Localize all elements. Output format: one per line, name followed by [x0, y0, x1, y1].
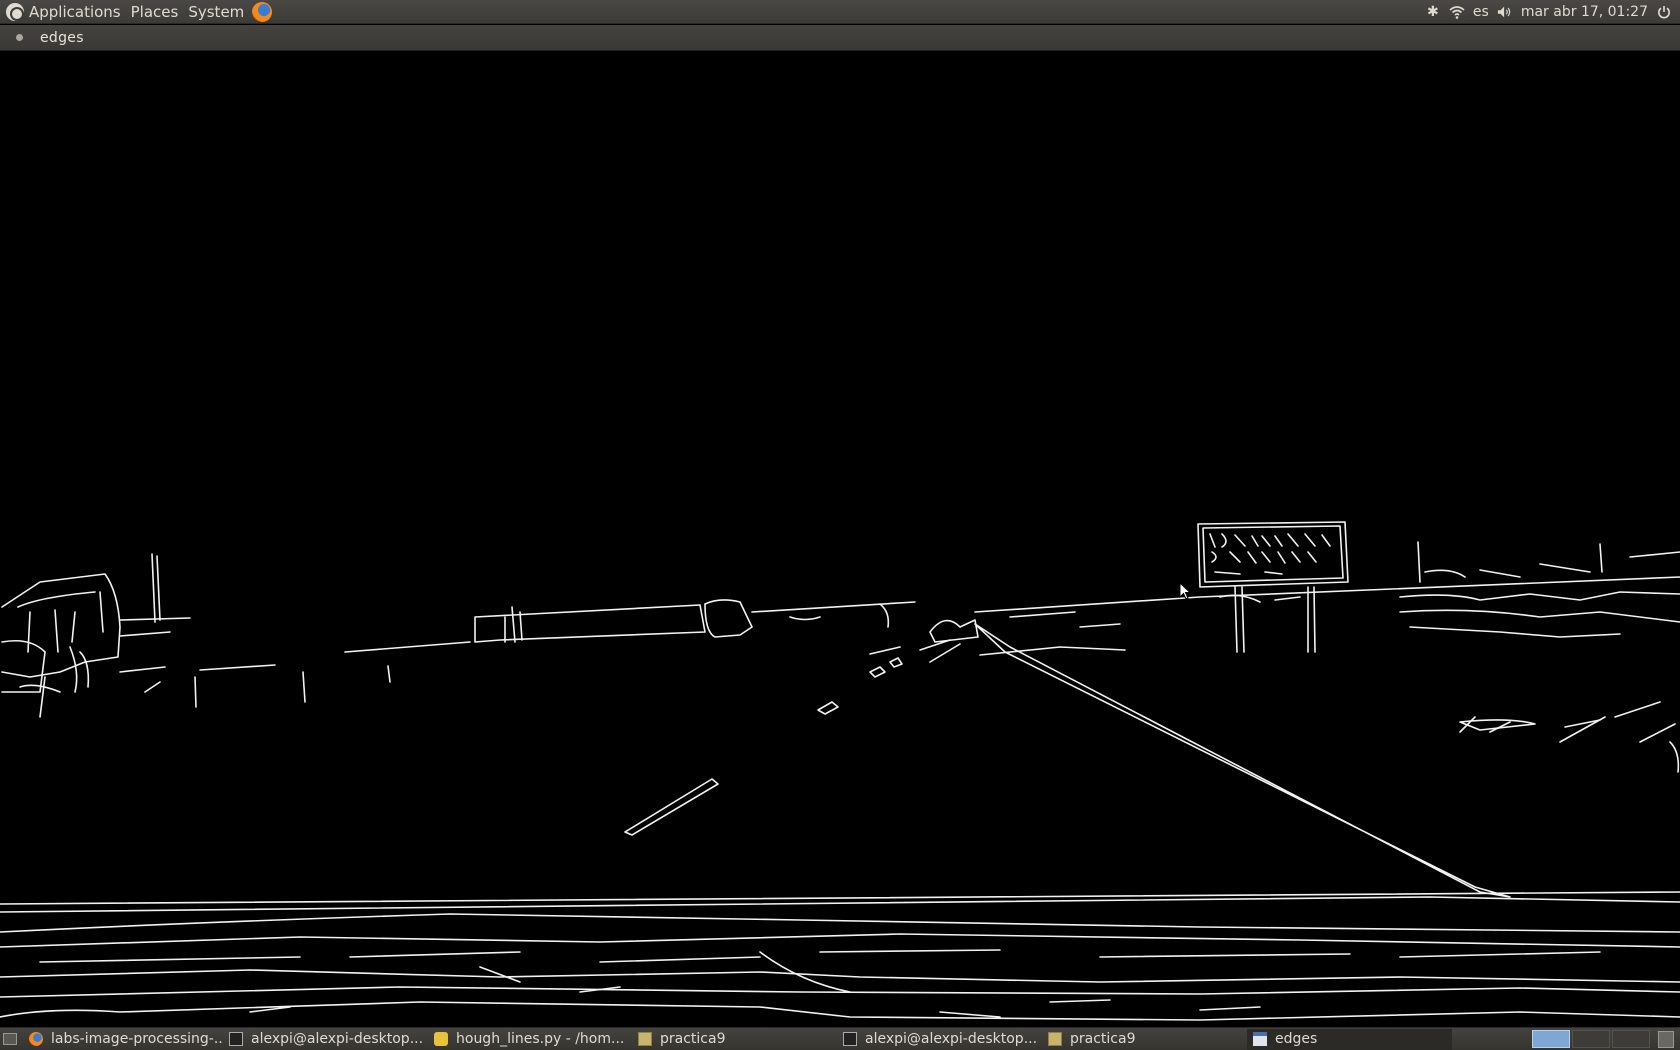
- taskbar-item-label: alexpi@alexpi-desktop...: [251, 1031, 424, 1047]
- taskbar-item-label: alexpi@alexpi-desktop...: [865, 1031, 1038, 1047]
- taskbar-item-label: hough_lines.py - /hom...: [456, 1031, 625, 1047]
- taskbar-item-label: edges: [1275, 1031, 1318, 1047]
- menu-system[interactable]: System: [183, 0, 249, 24]
- system-tray: ✱ es mar abr 17, 01:27: [1425, 4, 1680, 20]
- window-menu-icon[interactable]: [16, 34, 23, 41]
- keyboard-layout-indicator[interactable]: es: [1473, 4, 1489, 20]
- volume-icon[interactable]: [1497, 4, 1513, 20]
- taskbar-item-gedit[interactable]: hough_lines.py - /hom...: [428, 1029, 632, 1050]
- taskbar-item-edges[interactable]: edges: [1247, 1028, 1452, 1050]
- window-icon: [1253, 1032, 1267, 1046]
- workspace-switcher[interactable]: [1532, 1030, 1650, 1048]
- terminal-icon: [843, 1032, 857, 1046]
- window-title: edges: [40, 29, 84, 46]
- workspace-2[interactable]: [1572, 1030, 1610, 1048]
- power-icon[interactable]: [1656, 4, 1672, 20]
- ubuntu-logo-icon[interactable]: [6, 2, 24, 21]
- menu-places[interactable]: Places: [126, 0, 184, 24]
- edges-image: [0, 52, 1680, 1027]
- folder-icon: [638, 1032, 652, 1046]
- taskbar-item-folder-2[interactable]: practica9: [1042, 1029, 1247, 1050]
- edge-map-graphic: [0, 521, 1680, 1021]
- gedit-icon: [434, 1032, 448, 1046]
- workspace-3[interactable]: [1612, 1030, 1650, 1048]
- taskbar-item-firefox[interactable]: labs-image-processing-...: [23, 1029, 223, 1050]
- menu-applications[interactable]: Applications: [24, 0, 126, 24]
- top-panel: Applications Places System ✱ es mar abr …: [0, 0, 1680, 24]
- show-desktop-icon[interactable]: [3, 1033, 17, 1045]
- taskbar-item-label: practica9: [1070, 1031, 1136, 1047]
- taskbar-item-terminal-1[interactable]: alexpi@alexpi-desktop...: [223, 1029, 428, 1050]
- bottom-panel: labs-image-processing-... alexpi@alexpi-…: [0, 1027, 1680, 1050]
- taskbar-item-folder-1[interactable]: practica9: [632, 1029, 837, 1050]
- wifi-icon[interactable]: [1449, 4, 1465, 20]
- folder-icon: [1048, 1032, 1062, 1046]
- workspace-1[interactable]: [1532, 1030, 1570, 1048]
- taskbar-item-label: practica9: [660, 1031, 726, 1047]
- firefox-launcher-icon[interactable]: [252, 1, 273, 22]
- clock[interactable]: mar abr 17, 01:27: [1521, 4, 1648, 20]
- window-titlebar[interactable]: edges: [0, 25, 1680, 51]
- firefox-icon: [29, 1032, 43, 1046]
- taskbar-item-label: labs-image-processing-...: [51, 1031, 223, 1047]
- terminal-icon: [229, 1032, 243, 1046]
- bluetooth-icon[interactable]: ✱: [1425, 4, 1441, 20]
- mouse-cursor-icon: [1179, 582, 1191, 600]
- trash-icon[interactable]: [1658, 1030, 1674, 1048]
- taskbar-item-terminal-2[interactable]: alexpi@alexpi-desktop...: [837, 1029, 1042, 1050]
